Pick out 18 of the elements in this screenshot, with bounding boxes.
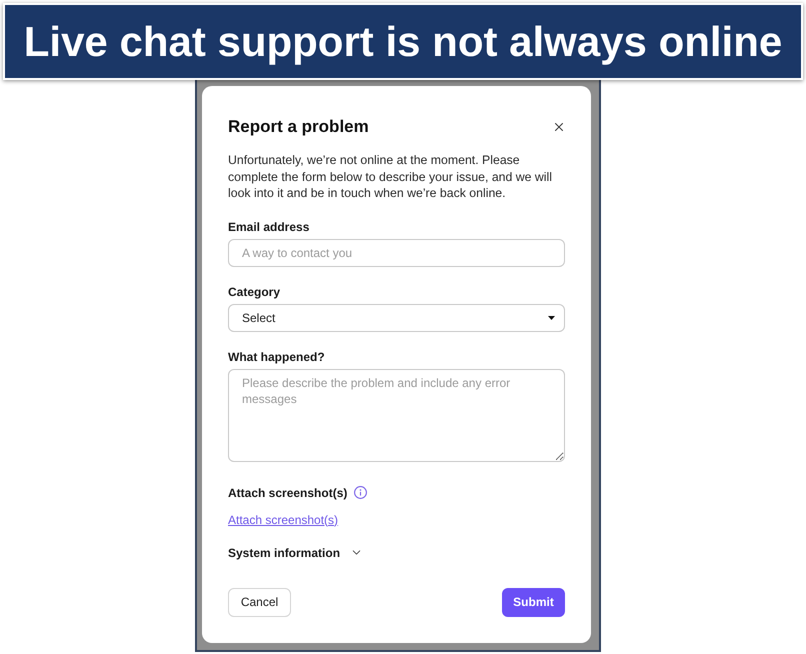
caret-down-icon: [548, 316, 555, 320]
intro-text: Unfortunately, we’re not online at the moment. Please complete the form below to describe your issue, and we will look into it and be in touch when we’re back online.: [228, 152, 553, 202]
field-label: Category: [228, 284, 282, 300]
close-button[interactable]: [552, 120, 566, 134]
field-label: Email address: [228, 218, 310, 234]
attach-link[interactable]: Attach screenshot(s): [228, 512, 338, 526]
field-label: Attach screenshot(s): [228, 484, 348, 500]
field-label: What happened?: [228, 348, 326, 364]
category-select[interactable]: Select: [228, 304, 565, 332]
submit-button[interactable]: Submit: [502, 588, 565, 616]
description-textarea[interactable]: Please describe the problem and include any error messages: [228, 368, 565, 462]
info-icon: [354, 486, 368, 499]
banner-title: Live chat support is not always online: [24, 18, 782, 66]
dialog-title: Report a problem: [228, 117, 369, 137]
system-information-toggle[interactable]: System information: [228, 544, 364, 560]
close-icon: [552, 120, 566, 134]
cancel-button[interactable]: Cancel: [228, 588, 291, 616]
email-input[interactable]: A way to contact you: [228, 238, 565, 266]
